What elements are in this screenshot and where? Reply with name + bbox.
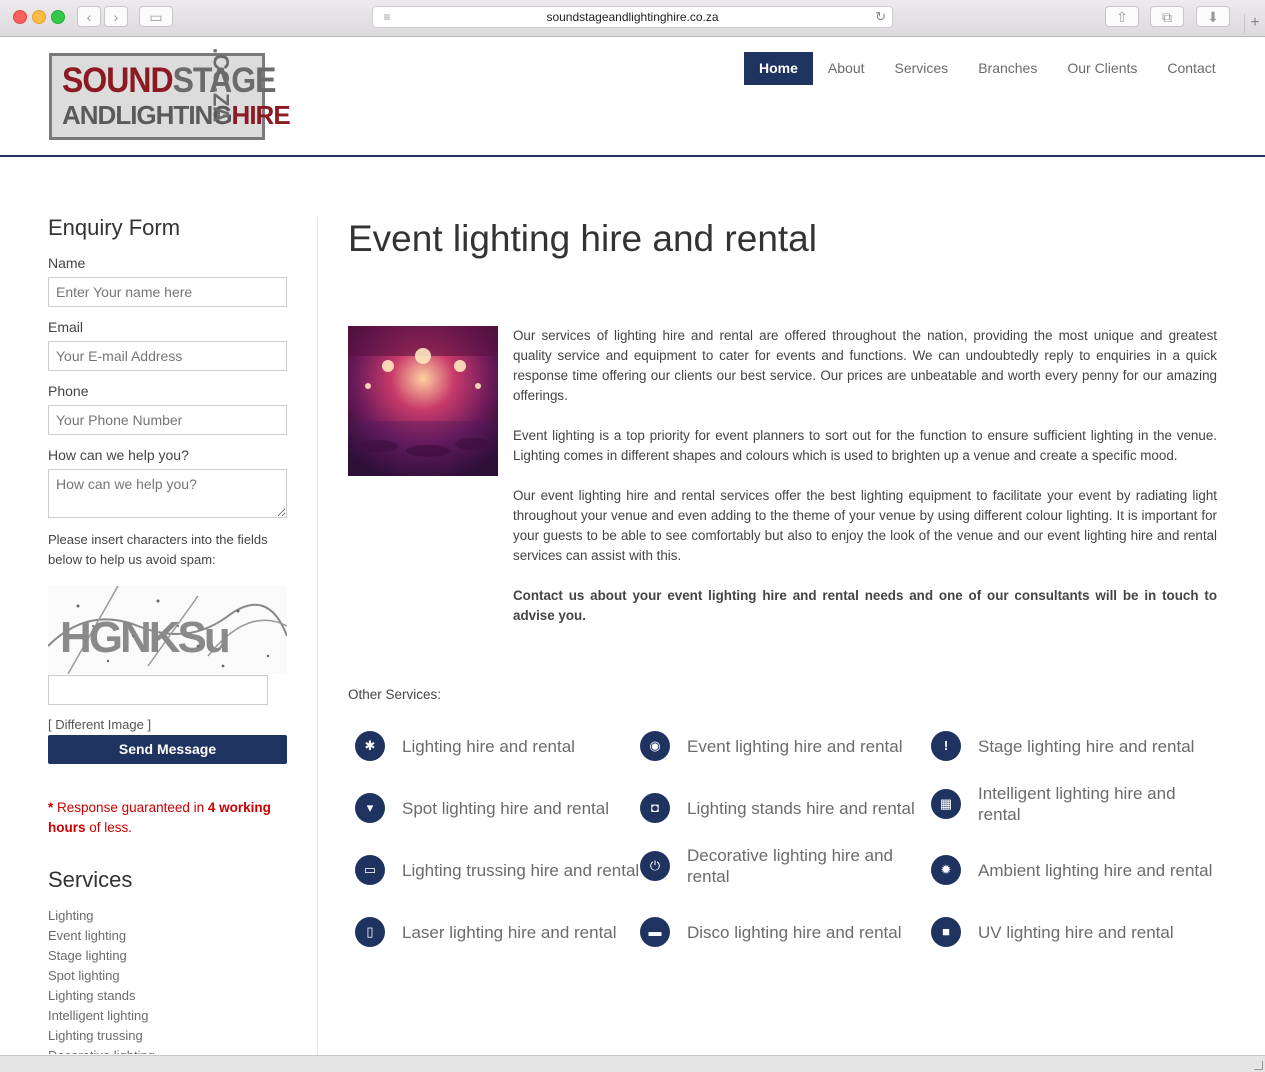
film-icon: ▦	[931, 789, 961, 819]
service-item[interactable]: ◉ Event lighting hire and rental	[640, 731, 920, 761]
service-item[interactable]: ✹ Ambient lighting hire and rental	[931, 855, 1221, 885]
header-divider	[0, 155, 1265, 157]
service-link[interactable]: Stage lighting	[48, 946, 288, 966]
service-link[interactable]: Lighting	[48, 906, 288, 926]
download-box-icon: ▾	[355, 793, 385, 823]
service-item[interactable]: ▦ Intelligent lighting hire and rental	[931, 783, 1191, 825]
send-message-button[interactable]: Send Message	[48, 735, 287, 764]
spam-note: Please insert characters into the fields…	[48, 532, 268, 567]
service-link[interactable]: Intelligent lighting	[48, 1006, 288, 1026]
logo-line-2: ANDLIGHTINGHIRE	[62, 100, 291, 130]
horizontal-scrollbar[interactable]	[0, 1055, 1265, 1072]
service-item[interactable]: ▬ Disco lighting hire and rental	[640, 917, 920, 947]
page-title: Event lighting hire and rental	[348, 218, 817, 259]
email-input[interactable]	[48, 341, 287, 371]
camera-icon: ◘	[640, 793, 670, 823]
paragraph: Our services of lighting hire and rental…	[513, 328, 1217, 403]
url-text: soundstageandlightinghire.co.za	[546, 10, 719, 24]
intro-text: Our services of lighting hire and rental…	[513, 326, 1217, 646]
close-window-button[interactable]	[13, 10, 27, 24]
service-link[interactable]: Event lighting	[48, 926, 288, 946]
response-guarantee: * Response guaranteed in 4 working hours…	[48, 800, 271, 835]
services-list: Lighting Event lighting Stage lighting S…	[48, 906, 288, 1054]
phone-label: Phone	[48, 383, 89, 399]
service-link[interactable]: Lighting trussing	[48, 1026, 288, 1046]
help-label: How can we help you?	[48, 447, 189, 463]
resize-handle[interactable]	[1254, 1061, 1263, 1070]
paragraph: Event lighting is a top priority for eve…	[513, 428, 1217, 463]
share-button[interactable]: ⇧	[1105, 6, 1139, 27]
stop-icon: ■	[931, 917, 961, 947]
tabs-icon: ⧉	[1162, 9, 1172, 25]
main-nav: Home About Services Branches Our Clients…	[744, 52, 1231, 85]
contact-cta: Contact us about your event lighting hir…	[513, 588, 1217, 623]
nav-about[interactable]: About	[813, 52, 880, 85]
chevron-right-icon: ›	[113, 9, 119, 25]
service-item[interactable]: ▭ Lighting trussing hire and rental	[355, 855, 640, 885]
service-item[interactable]: ◘ Lighting stands hire and rental	[640, 793, 925, 823]
zoom-window-button[interactable]	[51, 10, 65, 24]
service-item[interactable]: ⏻ Decorative lighting hire and rental	[640, 845, 910, 887]
service-link[interactable]: Spot lighting	[48, 966, 288, 986]
browser-toolbar: ‹ › ▭ ≡ soundstageandlightinghire.co.za …	[0, 0, 1265, 37]
site-logo[interactable]: SOUNDSTAGE ANDLIGHTINGHIRE .CO.ZA	[49, 48, 291, 140]
download-icon: ⬇	[1207, 9, 1219, 25]
monitor-icon: ▬	[640, 917, 670, 947]
event-photo	[348, 326, 498, 476]
email-label: Email	[48, 319, 84, 335]
other-services-label: Other Services:	[348, 687, 442, 702]
name-input[interactable]	[48, 277, 287, 307]
tablet-icon: ▯	[355, 917, 385, 947]
asterisk-icon: ✱	[355, 731, 385, 761]
back-button[interactable]: ‹	[77, 6, 101, 27]
logo-suffix: .CO.ZA	[208, 47, 234, 123]
enquiry-title: Enquiry Form	[48, 215, 181, 240]
share-icon: ⇧	[1116, 9, 1128, 25]
gear-icon: ✹	[931, 855, 961, 885]
services-title: Services	[48, 867, 133, 892]
service-link[interactable]: Decorative lighting	[48, 1046, 288, 1054]
downloads-button[interactable]: ⬇	[1196, 6, 1230, 27]
paragraph: Our event lighting hire and rental servi…	[513, 488, 1217, 563]
service-item[interactable]: ! Stage lighting hire and rental	[931, 731, 1221, 761]
address-bar[interactable]: ≡ soundstageandlightinghire.co.za ↻	[372, 6, 893, 28]
power-icon: ⏻	[640, 851, 670, 881]
name-label: Name	[48, 255, 86, 271]
captcha-input[interactable]	[48, 675, 268, 705]
nav-our-clients[interactable]: Our Clients	[1052, 52, 1152, 85]
service-item[interactable]: ▾ Spot lighting hire and rental	[355, 793, 625, 823]
nav-services[interactable]: Services	[880, 52, 964, 85]
logo-line-1: SOUNDSTAGE	[62, 60, 276, 100]
captcha-image: HGNKSu	[48, 586, 287, 674]
different-image-link[interactable]: [ Different Image ]	[48, 717, 151, 732]
service-item[interactable]: ✱ Lighting hire and rental	[355, 731, 625, 761]
minimize-window-button[interactable]	[32, 10, 46, 24]
service-link[interactable]: Lighting stands	[48, 986, 288, 1006]
enquiry-form: Enquiry Form Name Email Phone How can we…	[48, 215, 288, 570]
svg-text:HGNKSu: HGNKSu	[60, 613, 228, 662]
forward-button[interactable]: ›	[104, 6, 128, 27]
reader-icon[interactable]: ≡	[381, 11, 393, 23]
exclamation-icon: !	[931, 731, 961, 761]
nav-branches[interactable]: Branches	[963, 52, 1052, 85]
column-divider	[317, 218, 318, 1058]
reload-icon[interactable]: ↻	[875, 7, 886, 27]
sidebar-icon: ▭	[149, 9, 163, 25]
help-textarea[interactable]	[48, 469, 287, 518]
laptop-icon: ▭	[355, 855, 385, 885]
eye-icon: ◉	[640, 731, 670, 761]
chevron-left-icon: ‹	[86, 9, 92, 25]
new-tab-button[interactable]: +	[1244, 14, 1265, 34]
plus-icon: +	[1250, 14, 1260, 31]
service-item[interactable]: ■ UV lighting hire and rental	[931, 917, 1191, 947]
sidebar-toggle-button[interactable]: ▭	[139, 6, 173, 27]
show-tabs-button[interactable]: ⧉	[1150, 6, 1184, 27]
phone-input[interactable]	[48, 405, 287, 435]
service-item[interactable]: ▯ Laser lighting hire and rental	[355, 917, 625, 947]
nav-contact[interactable]: Contact	[1152, 52, 1230, 85]
nav-home[interactable]: Home	[744, 52, 813, 85]
